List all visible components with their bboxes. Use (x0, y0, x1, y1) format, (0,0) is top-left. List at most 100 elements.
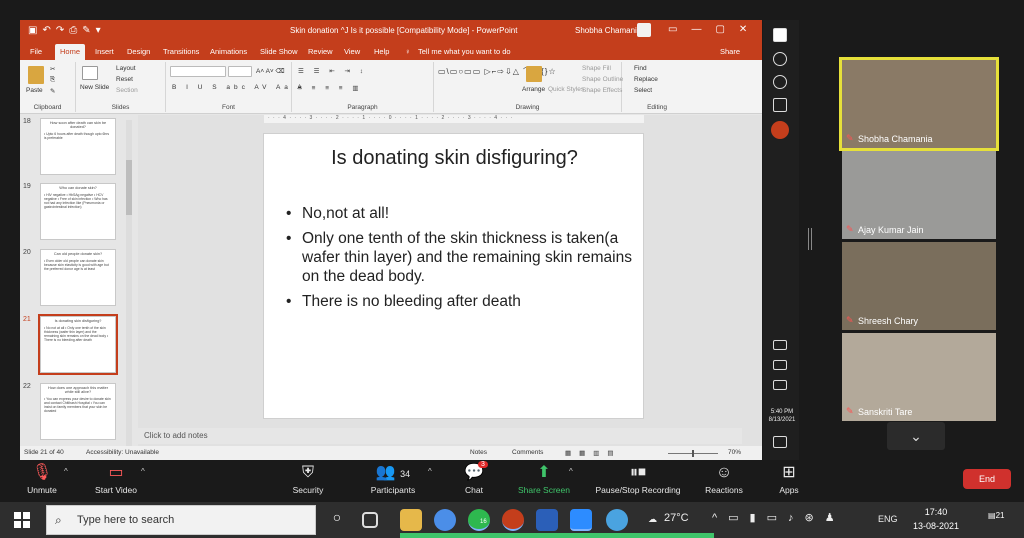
slide-thumbnail-21-selected[interactable]: Is donating skin disfiguring? • No not a… (38, 314, 118, 375)
tab-file[interactable]: File (30, 47, 42, 56)
whatsapp-icon[interactable]: 16 (468, 509, 490, 531)
new-slide-button[interactable]: New Slide (80, 84, 109, 91)
tab-review[interactable]: Review (308, 47, 333, 56)
file-explorer-icon[interactable] (400, 509, 422, 531)
layout-button[interactable]: Layout (116, 65, 136, 72)
slide-thumbnail-20[interactable]: Can old people donate skin? • Even older… (40, 249, 116, 306)
align-buttons[interactable]: ≡ ≡ ≡ ≡ ▥ (298, 84, 363, 92)
accessibility-status[interactable]: Accessibility: Unavailable (86, 449, 159, 456)
end-meeting-button[interactable]: End (963, 469, 1011, 489)
tab-design[interactable]: Design (127, 47, 150, 56)
quick-access-toolbar[interactable]: ▣↶↷⎙✎▾ (28, 25, 106, 36)
participant-tile[interactable]: ✎ Shobha Chamania (839, 57, 999, 151)
find-button[interactable]: Find (634, 65, 647, 72)
user-avatar-icon[interactable] (637, 23, 651, 37)
share-screen-button[interactable]: ⬆ Share Screen (512, 461, 576, 501)
slide-canvas[interactable]: Is donating skin disfiguring? No,not at … (263, 133, 644, 419)
powerpoint-icon[interactable] (771, 121, 789, 139)
copy-icon[interactable]: ⎘ (50, 76, 55, 84)
arrange-icon[interactable] (526, 66, 542, 82)
windows-logo-icon[interactable] (773, 28, 787, 42)
notification-center-icon[interactable]: ▤21 (988, 511, 1006, 529)
chrome-icon[interactable] (434, 509, 456, 531)
task-view-icon[interactable] (773, 98, 787, 112)
system-tray-icons[interactable]: ^▭▮▭♪⊛♟ (712, 511, 846, 524)
slide-thumbnail-22[interactable]: How does one approach this matter while … (40, 383, 116, 440)
slide-thumbnail-19[interactable]: Who can donate skin? • HIV negative • Hb… (40, 183, 116, 240)
font-size-field[interactable] (228, 66, 252, 77)
wifi-icon[interactable] (773, 380, 787, 390)
shape-fill-button[interactable]: Shape Fill (582, 65, 611, 72)
participant-tile[interactable]: ✎ Ajay Kumar Jain (842, 151, 996, 239)
cortana-icon[interactable]: ○ (326, 509, 348, 531)
tab-transitions[interactable]: Transitions (163, 47, 199, 56)
panel-resize-handle[interactable] (808, 228, 812, 250)
tab-home[interactable]: Home (55, 44, 86, 60)
arrange-button[interactable]: Arrange (522, 86, 545, 93)
scrollbar-thumb[interactable] (126, 160, 132, 215)
participants-button[interactable]: 👥 34 Participants (360, 461, 426, 501)
reset-button[interactable]: Reset (116, 76, 133, 83)
cortana-icon[interactable] (773, 75, 787, 89)
list-buttons[interactable]: ☰ ☰ ⇤ ⇥ ↕ (298, 67, 367, 75)
zoom-slider[interactable] (668, 450, 718, 457)
word-icon[interactable] (536, 509, 558, 531)
notes-toggle[interactable]: Notes (470, 449, 487, 456)
slide-thumbnail-18[interactable]: How soon after death can skin be donated… (40, 118, 116, 175)
font-name-field[interactable] (170, 66, 226, 77)
expand-gallery-button[interactable]: ⌄ (887, 422, 945, 450)
replace-button[interactable]: Replace (634, 76, 658, 83)
tray-icons[interactable] (773, 340, 787, 350)
taskbar-search-box[interactable]: ⌕ Type here to search (46, 505, 316, 535)
tab-slide-show[interactable]: Slide Show (260, 47, 298, 56)
format-painter-icon[interactable]: ✎ (50, 87, 55, 95)
notes-pane[interactable]: Click to add notes (138, 428, 742, 444)
shape-outline-button[interactable]: Shape Outline (582, 76, 623, 83)
shape-effects-button[interactable]: Shape Effects (582, 87, 622, 94)
powerpoint-taskbar-icon[interactable] (502, 509, 524, 531)
pause-stop-recording-button[interactable]: ⏸⏹ Pause/Stop Recording (588, 461, 688, 501)
security-button[interactable]: ⛨ Security (284, 461, 332, 501)
chat-button[interactable]: 💬 3 Chat (456, 461, 492, 501)
participant-tile[interactable]: ✎ Shreesh Chary (842, 242, 996, 330)
cut-icon[interactable]: ✂ (50, 65, 55, 73)
battery-icon[interactable] (773, 360, 787, 370)
reactions-button[interactable]: ☺ Reactions (700, 461, 748, 501)
task-view-icon[interactable] (362, 512, 378, 528)
tab-animations[interactable]: Animations (210, 47, 247, 56)
view-buttons[interactable]: ▦▦▥▤ (565, 449, 622, 457)
tell-me-search[interactable]: Tell me what you want to do (418, 47, 511, 56)
tab-view[interactable]: View (344, 47, 360, 56)
participant-tile[interactable]: ✎ Sanskriti Tare (842, 333, 996, 421)
thumbnails-scrollbar[interactable] (126, 120, 132, 448)
new-slide-icon[interactable] (82, 66, 98, 80)
help-icon[interactable] (606, 509, 628, 531)
unmute-button[interactable]: 🎙 Unmute (18, 461, 66, 501)
select-button[interactable]: Select (634, 87, 652, 94)
slide-title[interactable]: Is donating skin disfiguring? (264, 147, 645, 170)
quick-styles-button[interactable]: Quick Styles (548, 86, 584, 93)
font-format-buttons[interactable]: B I U S abc AV Aa A (172, 84, 306, 91)
video-options-caret[interactable]: ^ (141, 467, 145, 476)
section-button[interactable]: Section (116, 87, 138, 94)
audio-options-caret[interactable]: ^ (64, 467, 68, 476)
windows-start-icon[interactable] (14, 512, 30, 528)
taskbar-clock[interactable]: 17:40 13-08-2021 (908, 505, 964, 533)
comments-toggle[interactable]: Comments (512, 449, 543, 456)
window-controls[interactable]: ▭—▢✕ (668, 24, 761, 35)
search-icon[interactable] (773, 52, 787, 66)
apps-button[interactable]: ⊞ Apps (772, 461, 806, 501)
language-indicator[interactable]: ENG (878, 514, 898, 524)
share-options-caret[interactable]: ^ (569, 467, 573, 476)
paste-icon[interactable] (28, 66, 44, 84)
grow-shrink-font-icon[interactable]: A˄ A˅ ⌫ (256, 67, 285, 75)
start-video-button[interactable]: ▭ Start Video (84, 461, 148, 501)
zoom-level[interactable]: 70% (728, 449, 741, 456)
tab-help[interactable]: Help (374, 47, 389, 56)
participants-caret[interactable]: ^ (428, 467, 432, 476)
zoom-icon[interactable] (570, 509, 592, 531)
slide-bullet-list[interactable]: No,not at all! Only one tenth of the ski… (286, 204, 636, 317)
notification-icon[interactable] (773, 436, 787, 448)
paste-button[interactable]: Paste (26, 87, 43, 94)
share-button[interactable]: Share (720, 47, 740, 56)
